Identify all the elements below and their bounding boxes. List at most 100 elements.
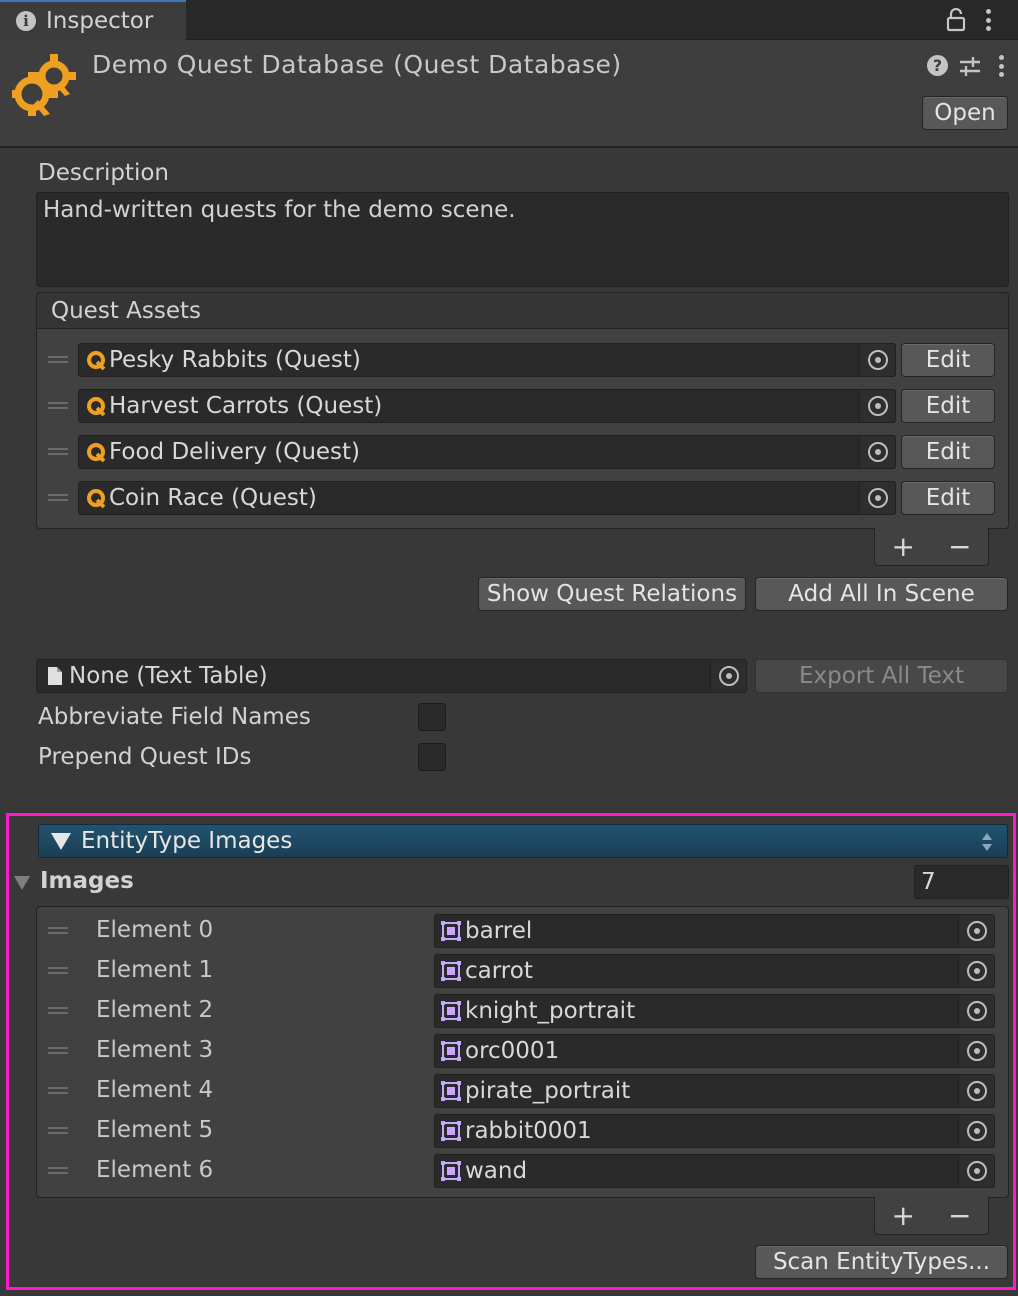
quest-assets-footer: + − [874,528,989,566]
element-label: Element 4 [96,1077,214,1103]
object-picker-icon[interactable] [859,482,895,514]
drag-handle-icon[interactable] [48,402,68,409]
abbreviate-field-names-checkbox[interactable] [418,703,446,731]
object-picker-icon[interactable] [958,995,994,1027]
element-label: Element 0 [96,917,214,943]
image-name: orc0001 [465,1038,560,1064]
quest-assets-title: Quest Assets [51,297,201,324]
text-table-value: None (Text Table) [69,663,268,689]
object-picker-icon[interactable] [958,1115,994,1147]
edit-quest-button-3[interactable]: Edit [901,481,995,515]
quest-icon [87,351,106,371]
object-picker-icon[interactable] [710,660,746,692]
info-icon: i [16,11,36,31]
image-name: knight_portrait [465,998,636,1024]
image-name: rabbit0001 [465,1118,592,1144]
object-picker-icon[interactable] [958,955,994,987]
drag-handle-icon[interactable] [48,448,68,455]
entity-type-images-title: EntityType Images [81,828,293,854]
quest-name: Coin Race (Quest) [109,485,317,511]
tab-menu-icon[interactable] [986,9,992,31]
sprite-icon [441,1041,461,1061]
edit-quest-button-1[interactable]: Edit [901,389,995,423]
drag-handle-icon[interactable] [48,1127,68,1134]
lock-icon[interactable] [946,8,966,32]
image-field-1[interactable]: carrot [434,954,995,988]
foldout-arrow-icon [51,832,71,850]
drag-handle-icon[interactable] [48,1047,68,1054]
image-field-0[interactable]: barrel [434,914,995,948]
images-foldout-icon[interactable] [14,876,30,890]
element-label: Element 5 [96,1117,214,1143]
drag-handle-icon[interactable] [48,1087,68,1094]
object-picker-icon[interactable] [958,1035,994,1067]
image-field-4[interactable]: pirate_portrait [434,1074,995,1108]
export-all-text-button[interactable]: Export All Text [755,659,1008,693]
object-picker-icon[interactable] [958,1075,994,1107]
document-icon [48,667,62,685]
images-count-field[interactable]: 7 [914,865,1009,899]
add-quest-button[interactable]: + [892,530,915,563]
drag-handle-icon[interactable] [48,967,68,974]
edit-quest-button-2[interactable]: Edit [901,435,995,469]
help-icon[interactable]: ? [927,55,948,76]
prepend-quest-ids-label: Prepend Quest IDs [38,744,252,770]
description-field[interactable]: Hand-written quests for the demo scene. [36,192,1009,287]
add-image-button[interactable]: + [892,1199,915,1232]
quest-field-2[interactable]: Food Delivery (Quest) [78,435,896,469]
remove-quest-button[interactable]: − [948,530,971,563]
drag-handle-icon[interactable] [48,927,68,934]
object-picker-icon[interactable] [859,390,895,422]
scan-entity-types-button[interactable]: Scan EntityTypes... [755,1245,1008,1279]
abbreviate-field-names-label: Abbreviate Field Names [38,704,311,730]
images-footer: + − [874,1197,989,1235]
description-label: Description [38,160,169,186]
image-field-5[interactable]: rabbit0001 [434,1114,995,1148]
tab-inspector[interactable]: i Inspector [0,0,186,40]
sprite-icon [441,1001,461,1021]
quest-icon [87,489,106,509]
element-label: Element 3 [96,1037,214,1063]
sprite-icon [441,1161,461,1181]
image-name: pirate_portrait [465,1078,631,1104]
up-down-arrows-icon [982,833,992,851]
drag-handle-icon[interactable] [48,356,68,363]
object-picker-icon[interactable] [859,344,895,376]
entity-type-images-foldout[interactable]: EntityType Images [38,824,1008,858]
image-field-6[interactable]: wand [434,1154,995,1188]
quest-name: Harvest Carrots (Quest) [109,393,383,419]
quest-field-3[interactable]: Coin Race (Quest) [78,481,896,515]
add-all-in-scene-button[interactable]: Add All In Scene [755,577,1008,611]
image-name: wand [465,1158,528,1184]
image-field-3[interactable]: orc0001 [434,1034,995,1068]
sprite-icon [441,1121,461,1141]
component-menu-icon[interactable] [999,55,1005,77]
object-picker-icon[interactable] [958,915,994,947]
edit-quest-button-0[interactable]: Edit [901,343,995,377]
sprite-icon [441,961,461,981]
text-table-field[interactable]: None (Text Table) [36,659,747,693]
asset-title: Demo Quest Database (Quest Database) [92,50,622,79]
element-label: Element 6 [96,1157,214,1183]
quest-field-0[interactable]: Pesky Rabbits (Quest) [78,343,896,377]
images-label[interactable]: Images [40,868,134,894]
drag-handle-icon[interactable] [48,1167,68,1174]
quest-field-1[interactable]: Harvest Carrots (Quest) [78,389,896,423]
drag-handle-icon[interactable] [48,1007,68,1014]
image-field-2[interactable]: knight_portrait [434,994,995,1028]
object-picker-icon[interactable] [958,1155,994,1187]
sprite-icon [441,921,461,941]
element-label: Element 2 [96,997,214,1023]
prepend-quest-ids-checkbox[interactable] [418,743,446,771]
open-button[interactable]: Open [922,96,1008,130]
remove-image-button[interactable]: − [948,1199,971,1232]
image-name: barrel [465,918,533,944]
tab-label: Inspector [46,8,154,34]
object-picker-icon[interactable] [859,436,895,468]
show-quest-relations-button[interactable]: Show Quest Relations [478,577,746,611]
quest-database-icon [12,54,76,116]
drag-handle-icon[interactable] [48,494,68,501]
presets-icon[interactable] [958,54,982,78]
quest-icon [87,443,106,463]
image-name: carrot [465,958,533,984]
